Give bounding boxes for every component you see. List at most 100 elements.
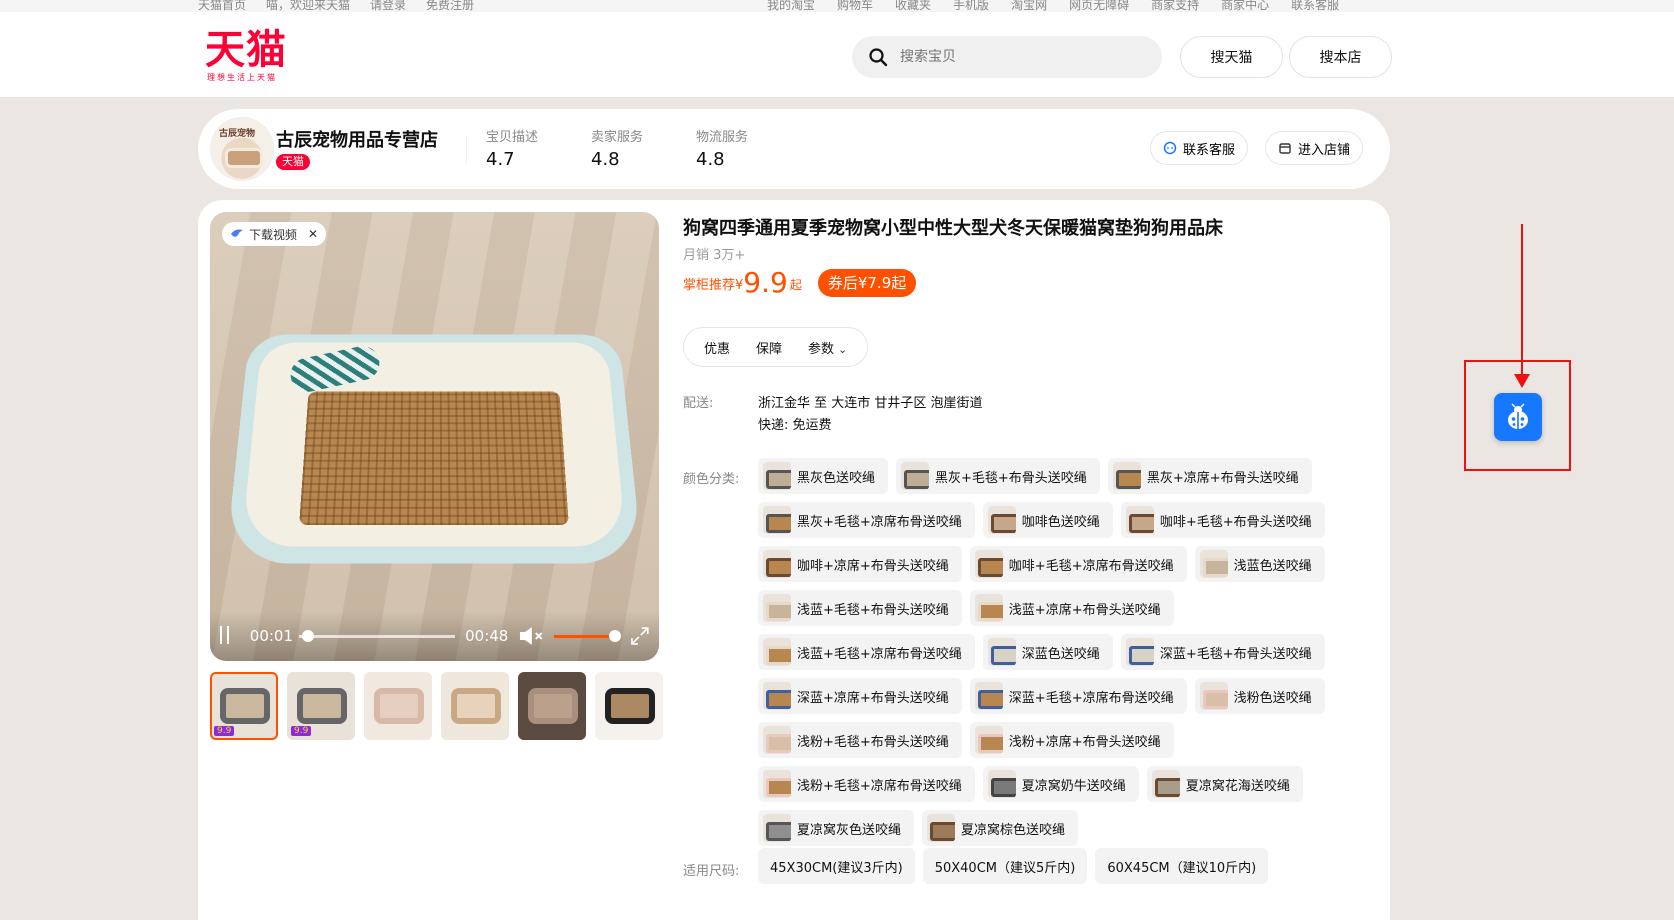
rating-label: 宝贝描述: [486, 130, 539, 145]
store-icon: [1279, 143, 1291, 154]
coupon-price-badge[interactable]: 券后¥7.9起: [817, 269, 917, 297]
color-option[interactable]: 夏凉窝花海送咬绳: [1146, 766, 1303, 802]
topbar-left-links: 天猫首页 喵，欢迎来天猫 请登录 免费注册: [198, 0, 474, 12]
tab-params[interactable]: 参数 ⌄: [808, 338, 847, 357]
color-option[interactable]: 深蓝+凉席+布骨头送咬绳: [758, 678, 962, 714]
topbar-link[interactable]: 淘宝网: [1011, 0, 1047, 12]
chat-icon: [1163, 141, 1177, 155]
search-box[interactable]: [852, 36, 1162, 78]
tab-guarantee[interactable]: 保障: [756, 338, 782, 357]
rating-label: 卖家服务: [591, 130, 644, 145]
color-option[interactable]: 浅蓝+毛毯+布骨头送咬绳: [758, 590, 962, 626]
topbar-link[interactable]: 网页无障碍: [1069, 0, 1129, 12]
topbar-link[interactable]: 商家支持: [1151, 0, 1199, 12]
topbar-link[interactable]: 联系客服: [1291, 0, 1339, 12]
product-video[interactable]: 下载视频 ✕ 00:01 00:48: [210, 212, 659, 661]
topbar-link[interactable]: 喵，欢迎来天猫: [266, 0, 350, 12]
thumbnail[interactable]: [518, 672, 586, 740]
fullscreen-icon[interactable]: [629, 625, 651, 647]
enter-store-button[interactable]: 进入店铺: [1265, 131, 1364, 165]
color-option-label: 浅粉色送咬绳: [1233, 690, 1312, 706]
color-option[interactable]: 浅粉色送咬绳: [1194, 678, 1325, 714]
thumbnail[interactable]: 9.9: [210, 672, 278, 740]
rating-logistics: 物流服务 4.8: [696, 126, 748, 170]
color-option[interactable]: 深蓝+毛毯+凉席布骨送咬绳: [969, 678, 1187, 714]
thumbnail[interactable]: [364, 672, 432, 740]
progress-knob[interactable]: [302, 629, 315, 642]
rating-description: 宝贝描述 4.7: [486, 126, 538, 170]
color-option-label: 浅蓝+毛毯+凉席布骨送咬绳: [797, 646, 962, 662]
tmall-logo[interactable]: 天猫 理想生活上天猫: [205, 28, 297, 84]
color-option[interactable]: 浅蓝+毛毯+凉席布骨送咬绳: [758, 634, 975, 670]
pause-icon[interactable]: [220, 626, 238, 646]
color-option[interactable]: 咖啡+凉席+布骨头送咬绳: [758, 546, 962, 582]
color-option[interactable]: 浅粉+毛毯+凉席布骨送咬绳: [758, 766, 975, 802]
thumbnail[interactable]: [595, 672, 663, 740]
search-icon: [869, 48, 888, 67]
color-option-label: 深蓝+凉席+布骨头送咬绳: [797, 690, 949, 706]
topbar-link[interactable]: 收藏夹: [895, 0, 931, 12]
color-option[interactable]: 黑灰+毛毯+凉席布骨送咬绳: [758, 502, 975, 538]
logo-slogan: 理想生活上天猫: [207, 73, 277, 82]
shop-avatar[interactable]: 古辰宠物: [210, 117, 274, 181]
download-video-label: 下载视频: [249, 227, 298, 242]
color-option[interactable]: 黑灰+凉席+布骨头送咬绳: [1107, 458, 1312, 494]
download-video-pill[interactable]: 下载视频 ✕: [222, 222, 327, 246]
topbar-link[interactable]: 购物车: [837, 0, 873, 12]
color-option-label: 浅粉+凉席+布骨头送咬绳: [1008, 734, 1161, 750]
color-option-label: 夏凉窝灰色送咬绳: [797, 822, 902, 838]
color-option[interactable]: 夏凉窝灰色送咬绳: [758, 810, 915, 846]
size-option[interactable]: 60X45CM（建议10斤内): [1095, 848, 1269, 884]
color-option[interactable]: 深蓝+毛毯+布骨头送咬绳: [1120, 634, 1325, 670]
color-option-label: 浅蓝+凉席+布骨头送咬绳: [1008, 602, 1161, 618]
contact-service-button[interactable]: 联系客服: [1150, 131, 1249, 165]
mute-icon[interactable]: [518, 625, 546, 647]
shipping-route[interactable]: 浙江金华 至 大连市 甘井子区 泡崖街道: [758, 392, 983, 411]
color-option[interactable]: 咖啡色送咬绳: [982, 502, 1113, 538]
shop-name[interactable]: 古辰宠物用品专营店: [276, 126, 438, 152]
search-input[interactable]: [900, 49, 1140, 65]
close-icon[interactable]: ✕: [308, 227, 318, 241]
topbar-link[interactable]: 免费注册: [426, 0, 474, 12]
size-options: 45X30CM(建议3斤内) 50X40CM（建议5斤内) 60X45CM（建议10…: [758, 848, 1269, 884]
volume-knob[interactable]: [609, 629, 622, 642]
color-option[interactable]: 夏凉窝棕色送咬绳: [922, 810, 1079, 846]
thumbnail[interactable]: 9.9: [287, 672, 355, 740]
size-option[interactable]: 45X30CM(建议3斤内): [758, 848, 915, 884]
color-option[interactable]: 浅粉+凉席+布骨头送咬绳: [969, 722, 1174, 758]
topbar-link[interactable]: 商家中心: [1221, 0, 1269, 12]
thumbnail[interactable]: [441, 672, 509, 740]
color-option[interactable]: 咖啡+毛毯+凉席布骨送咬绳: [969, 546, 1187, 582]
site-header: 天猫 理想生活上天猫 搜天猫 搜本店: [0, 12, 1674, 97]
color-option[interactable]: 浅蓝色送咬绳: [1194, 546, 1325, 582]
topbar-link[interactable]: 手机版: [953, 0, 989, 12]
color-option-label: 咖啡+毛毯+布骨头送咬绳: [1159, 514, 1312, 530]
color-option[interactable]: 咖啡+毛毯+布骨头送咬绳: [1120, 502, 1325, 538]
color-option[interactable]: 黑灰+毛毯+布骨头送咬绳: [896, 458, 1100, 494]
color-option[interactable]: 黑灰色送咬绳: [758, 458, 889, 494]
color-option[interactable]: 深蓝色送咬绳: [982, 634, 1113, 670]
topbar-link[interactable]: 请登录: [370, 0, 406, 12]
size-option[interactable]: 50X40CM（建议5斤内): [922, 848, 1088, 884]
color-option-label: 咖啡+毛毯+凉席布骨送咬绳: [1008, 558, 1174, 574]
topbar-right-links: 我的淘宝 购物车 收藏夹 手机版 淘宝网 网页无障碍 商家支持 商家中心 联系客服: [767, 0, 1339, 12]
logo-text: 天猫: [205, 27, 287, 73]
tab-discount[interactable]: 优惠: [704, 338, 730, 357]
ladybug-extension-button[interactable]: [1494, 393, 1542, 441]
color-option[interactable]: 浅蓝+凉席+布骨头送咬绳: [969, 590, 1174, 626]
volume-slider[interactable]: [554, 629, 622, 642]
search-tmall-button[interactable]: 搜天猫: [1180, 36, 1283, 78]
topbar-home-link[interactable]: 天猫首页: [198, 0, 246, 12]
price-suffix: 起: [789, 278, 802, 292]
pet-bed-image: [225, 322, 643, 564]
color-swatch-image: [763, 814, 791, 842]
color-swatch-image: [974, 594, 1003, 622]
bird-icon: [231, 229, 243, 237]
color-option[interactable]: 夏凉窝奶牛送咬绳: [982, 766, 1139, 802]
search-store-button[interactable]: 搜本店: [1289, 36, 1392, 78]
color-swatch-image: [763, 638, 791, 666]
color-option[interactable]: 浅粉+毛毯+布骨头送咬绳: [758, 722, 962, 758]
color-swatch-image: [763, 770, 791, 798]
progress-bar[interactable]: [299, 629, 456, 642]
topbar-link[interactable]: 我的淘宝: [767, 0, 815, 12]
